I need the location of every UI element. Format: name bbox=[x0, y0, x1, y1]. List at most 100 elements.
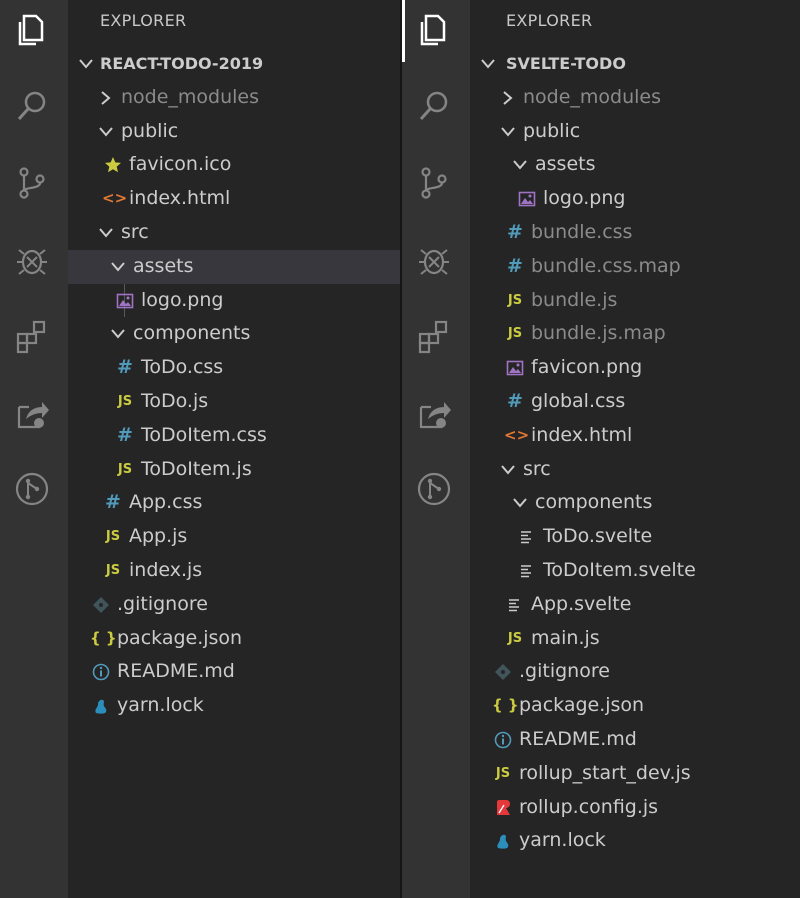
activity-bar bbox=[402, 0, 470, 898]
info-icon bbox=[90, 655, 112, 689]
root-folder[interactable]: SVELTE-TODO bbox=[470, 47, 800, 81]
tree-item-label: bundle.js bbox=[531, 288, 618, 311]
tree-item-gitignore[interactable]: .gitignore bbox=[68, 588, 400, 622]
right-explorer-window: EXPLORER SVELTE-TODO node_modulespublic a… bbox=[402, 0, 800, 898]
tree-item-logo-png[interactable]: logo.png bbox=[68, 283, 400, 318]
tree-item-package-json[interactable]: { } package.json bbox=[470, 689, 800, 723]
tree-item-bundle-js-map[interactable]: JS bundle.js.map bbox=[470, 317, 800, 351]
tree-item-node-modules[interactable]: node_modules bbox=[68, 81, 400, 115]
debug-icon[interactable] bbox=[12, 240, 52, 280]
tree-item-label: package.json bbox=[519, 694, 645, 717]
tree-item-logo-png[interactable]: logo.png bbox=[470, 182, 800, 216]
tree-item-bundle-js[interactable]: JS bundle.js bbox=[470, 284, 800, 318]
tree-item-assets[interactable]: assets bbox=[470, 148, 800, 182]
tree-item-yarn-lock[interactable]: yarn.lock bbox=[470, 824, 800, 858]
tree-item-gitignore[interactable]: .gitignore bbox=[470, 655, 800, 689]
tree-item-label: rollup_start_dev.js bbox=[519, 761, 691, 784]
tree-item-public[interactable]: public bbox=[470, 115, 800, 149]
css-file-icon: # bbox=[105, 491, 121, 514]
tree-item-label: logo.png bbox=[141, 288, 224, 311]
tree-item-favicon-png[interactable]: favicon.png bbox=[470, 351, 800, 385]
tree-item-main-js[interactable]: JS main.js bbox=[470, 622, 800, 656]
tree-item-index-js[interactable]: JS index.js bbox=[68, 554, 400, 588]
tree-item-public[interactable]: public bbox=[68, 115, 400, 149]
tree-item-src[interactable]: src bbox=[470, 453, 800, 487]
tree-item-todoitem-svelte[interactable]: ToDoItem.svelte bbox=[470, 554, 800, 588]
html-file-icon: <> bbox=[504, 425, 530, 444]
file-lines-icon bbox=[504, 588, 526, 622]
tree-item-node-modules[interactable]: node_modules bbox=[470, 81, 800, 115]
tree-item-rollup-start-dev-js[interactable]: JS rollup_start_dev.js bbox=[470, 757, 800, 791]
tree-item-label: ToDo.js bbox=[141, 389, 209, 412]
tree-item-readme-md[interactable]: README.md bbox=[68, 655, 400, 689]
file-lines-icon bbox=[516, 520, 538, 554]
json-file-icon: { } bbox=[90, 628, 117, 647]
json-file-icon: { } bbox=[492, 696, 519, 715]
tree-item-label: public bbox=[523, 119, 581, 142]
js-file-icon: JS bbox=[507, 630, 523, 646]
tree-item-app-css[interactable]: # App.css bbox=[68, 486, 400, 520]
active-view-indicator bbox=[402, 0, 405, 62]
extensions-icon[interactable] bbox=[12, 316, 52, 356]
js-file-icon: JS bbox=[507, 292, 523, 308]
tree-item-rollup-config-js[interactable]: rollup.config.js bbox=[470, 791, 800, 825]
tree-item-label: public bbox=[121, 119, 179, 142]
tree-item-index-html[interactable]: <> index.html bbox=[470, 419, 800, 453]
tree-item-components[interactable]: components bbox=[470, 486, 800, 520]
search-icon[interactable] bbox=[414, 86, 454, 126]
chevron-down-icon bbox=[500, 453, 516, 487]
debug-icon[interactable] bbox=[414, 240, 454, 280]
tree-item-label: ToDoItem.svelte bbox=[543, 558, 696, 581]
tree-item-label: .gitignore bbox=[519, 660, 610, 683]
tree-item-todoitem-js[interactable]: JS ToDoItem.js bbox=[68, 453, 400, 487]
live-share-icon[interactable] bbox=[414, 393, 454, 433]
extensions-icon[interactable] bbox=[414, 316, 454, 356]
tree-item-readme-md[interactable]: README.md bbox=[470, 723, 800, 757]
file-lines-icon bbox=[516, 554, 538, 588]
image-file-icon bbox=[504, 351, 526, 385]
chevron-right-icon bbox=[500, 81, 516, 115]
tree-item-label: ToDo.css bbox=[141, 356, 224, 379]
root-folder-label: SVELTE-TODO bbox=[506, 54, 626, 73]
source-control-icon[interactable] bbox=[414, 163, 454, 203]
rollup-icon bbox=[492, 791, 514, 825]
tree-item-label: logo.png bbox=[543, 187, 626, 210]
html-file-icon: <> bbox=[102, 189, 128, 208]
tree-item-label: favicon.png bbox=[531, 356, 643, 379]
tree-item-assets[interactable]: assets bbox=[68, 249, 400, 284]
tree-item-label: main.js bbox=[531, 626, 600, 649]
tree-item-todoitem-css[interactable]: # ToDoItem.css bbox=[68, 419, 400, 453]
tree-item-package-json[interactable]: { } package.json bbox=[68, 622, 400, 656]
tree-item-yarn-lock[interactable]: yarn.lock bbox=[68, 689, 400, 723]
css-file-icon: # bbox=[507, 254, 523, 277]
tree-item-bundle-css[interactable]: # bundle.css bbox=[470, 216, 800, 250]
tree-item-todo-svelte[interactable]: ToDo.svelte bbox=[470, 520, 800, 554]
git-graph-icon[interactable] bbox=[414, 469, 454, 509]
tree-item-bundle-css-map[interactable]: # bundle.css.map bbox=[470, 250, 800, 284]
tree-item-todo-js[interactable]: JS ToDo.js bbox=[68, 385, 400, 419]
tree-item-app-js[interactable]: JS App.js bbox=[68, 520, 400, 554]
chevron-down-icon bbox=[98, 115, 114, 149]
tree-item-label: yarn.lock bbox=[117, 694, 204, 717]
tree-item-src[interactable]: src bbox=[68, 216, 400, 250]
files-icon[interactable] bbox=[414, 10, 454, 50]
js-file-icon: JS bbox=[495, 765, 511, 781]
root-folder[interactable]: REACT-TODO-2019 bbox=[68, 47, 400, 81]
tree-item-label: index.html bbox=[531, 423, 633, 446]
search-icon[interactable] bbox=[12, 86, 52, 126]
tree-item-app-svelte[interactable]: App.svelte bbox=[470, 588, 800, 622]
tree-item-index-html[interactable]: <> index.html bbox=[68, 182, 400, 216]
tree-item-favicon-ico[interactable]: favicon.ico bbox=[68, 148, 400, 182]
files-icon[interactable] bbox=[12, 10, 52, 50]
tree-item-components[interactable]: components bbox=[68, 317, 400, 351]
explorer-title: EXPLORER bbox=[506, 11, 593, 30]
tree-item-todo-css[interactable]: # ToDo.css bbox=[68, 351, 400, 385]
chevron-right-icon bbox=[98, 81, 114, 115]
git-graph-icon[interactable] bbox=[12, 469, 52, 509]
file-tree: REACT-TODO-2019 node_modulespublic favico… bbox=[68, 47, 400, 723]
tree-item-label: components bbox=[535, 491, 653, 514]
source-control-icon[interactable] bbox=[12, 163, 52, 203]
live-share-icon[interactable] bbox=[12, 393, 52, 433]
file-tree: SVELTE-TODO node_modulespublic assets logo… bbox=[470, 47, 800, 858]
tree-item-global-css[interactable]: # global.css bbox=[470, 385, 800, 419]
